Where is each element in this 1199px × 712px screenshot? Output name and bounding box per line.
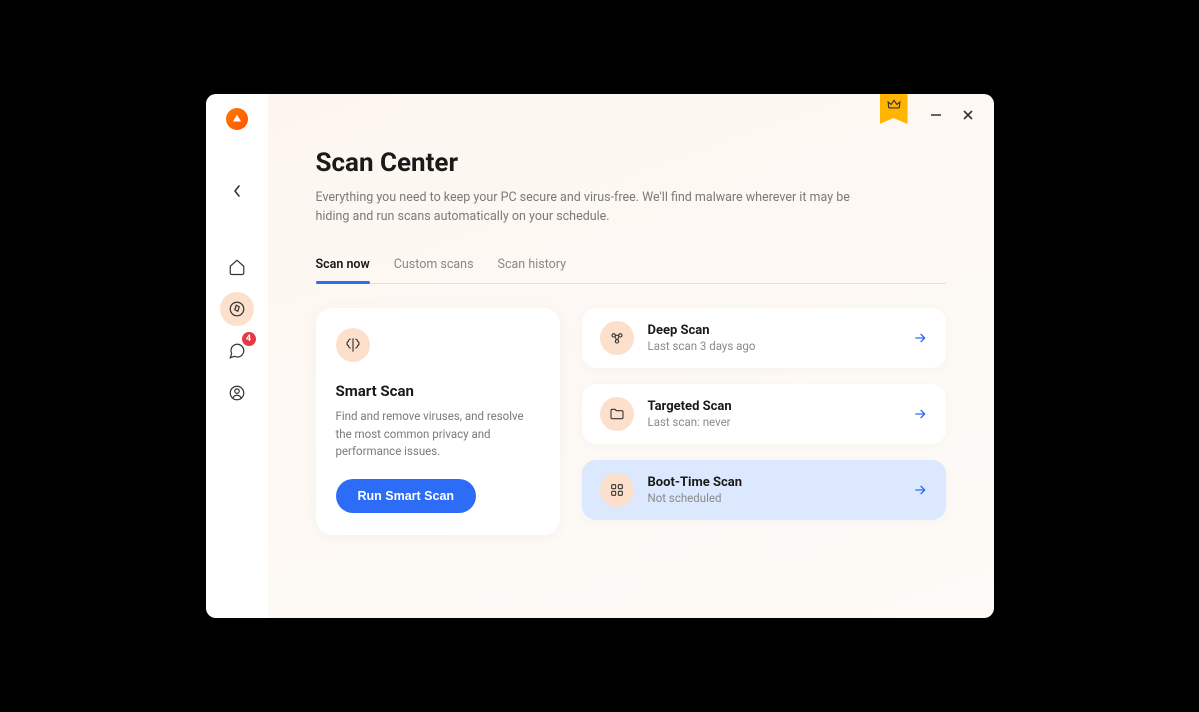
grid-icon — [609, 482, 625, 498]
minimize-button[interactable] — [922, 104, 950, 126]
scan-text: Boot-Time Scan Not scheduled — [648, 475, 898, 505]
compass-icon — [228, 300, 246, 318]
close-icon — [962, 109, 974, 121]
scan-subtitle: Last scan 3 days ago — [648, 339, 898, 353]
scan-title: Targeted Scan — [648, 399, 898, 414]
scan-list: Deep Scan Last scan 3 days ago Targeted … — [582, 308, 946, 535]
close-button[interactable] — [954, 104, 982, 126]
arrow-right-icon — [912, 482, 928, 498]
home-icon — [228, 258, 246, 276]
notification-badge: 4 — [242, 332, 256, 346]
molecule-icon — [609, 330, 625, 346]
premium-ribbon[interactable] — [880, 94, 908, 124]
tab-custom-scans[interactable]: Custom scans — [394, 257, 474, 283]
titlebar — [880, 94, 994, 126]
sidebar-item-home[interactable] — [220, 250, 254, 284]
smart-scan-title: Smart Scan — [336, 382, 540, 400]
brain-icon — [344, 336, 362, 354]
folder-icon — [609, 406, 625, 422]
scan-arrow — [912, 330, 928, 346]
tab-scan-now[interactable]: Scan now — [316, 257, 370, 283]
arrow-right-icon — [912, 406, 928, 422]
page-subtitle: Everything you need to keep your PC secu… — [316, 188, 856, 227]
scan-item-deep[interactable]: Deep Scan Last scan 3 days ago — [582, 308, 946, 368]
logo-icon — [231, 113, 243, 125]
scan-subtitle: Not scheduled — [648, 491, 898, 505]
back-button[interactable] — [222, 176, 252, 206]
boot-scan-icon-wrap — [600, 473, 634, 507]
scan-arrow — [912, 406, 928, 422]
sidebar-item-account[interactable] — [220, 376, 254, 410]
user-icon — [228, 384, 246, 402]
sidebar: 4 — [206, 94, 268, 618]
sidebar-item-messages[interactable]: 4 — [220, 334, 254, 368]
smart-scan-description: Find and remove viruses, and resolve the… — [336, 408, 540, 461]
chat-icon — [228, 342, 246, 360]
deep-scan-icon-wrap — [600, 321, 634, 355]
main-content: Scan Center Everything you need to keep … — [268, 94, 994, 618]
scan-text: Deep Scan Last scan 3 days ago — [648, 323, 898, 353]
tabs: Scan now Custom scans Scan history — [316, 257, 946, 284]
tab-scan-history[interactable]: Scan history — [498, 257, 567, 283]
scan-arrow — [912, 482, 928, 498]
scan-title: Boot-Time Scan — [648, 475, 898, 490]
chevron-left-icon — [232, 184, 242, 198]
scan-text: Targeted Scan Last scan: never — [648, 399, 898, 429]
targeted-scan-icon-wrap — [600, 397, 634, 431]
cards-row: Smart Scan Find and remove viruses, and … — [316, 308, 946, 535]
crown-icon — [887, 98, 901, 112]
scan-item-targeted[interactable]: Targeted Scan Last scan: never — [582, 384, 946, 444]
arrow-right-icon — [912, 330, 928, 346]
smart-scan-card: Smart Scan Find and remove viruses, and … — [316, 308, 560, 535]
scan-subtitle: Last scan: never — [648, 415, 898, 429]
app-window: 4 Scan Center Everything you need to kee… — [206, 94, 994, 618]
run-smart-scan-button[interactable]: Run Smart Scan — [336, 479, 477, 513]
scan-item-boot-time[interactable]: Boot-Time Scan Not scheduled — [582, 460, 946, 520]
scan-title: Deep Scan — [648, 323, 898, 338]
minimize-icon — [930, 109, 942, 121]
page-title: Scan Center — [316, 148, 946, 178]
smart-scan-icon-wrap — [336, 328, 370, 362]
sidebar-item-scan[interactable] — [220, 292, 254, 326]
app-logo[interactable] — [226, 108, 248, 130]
